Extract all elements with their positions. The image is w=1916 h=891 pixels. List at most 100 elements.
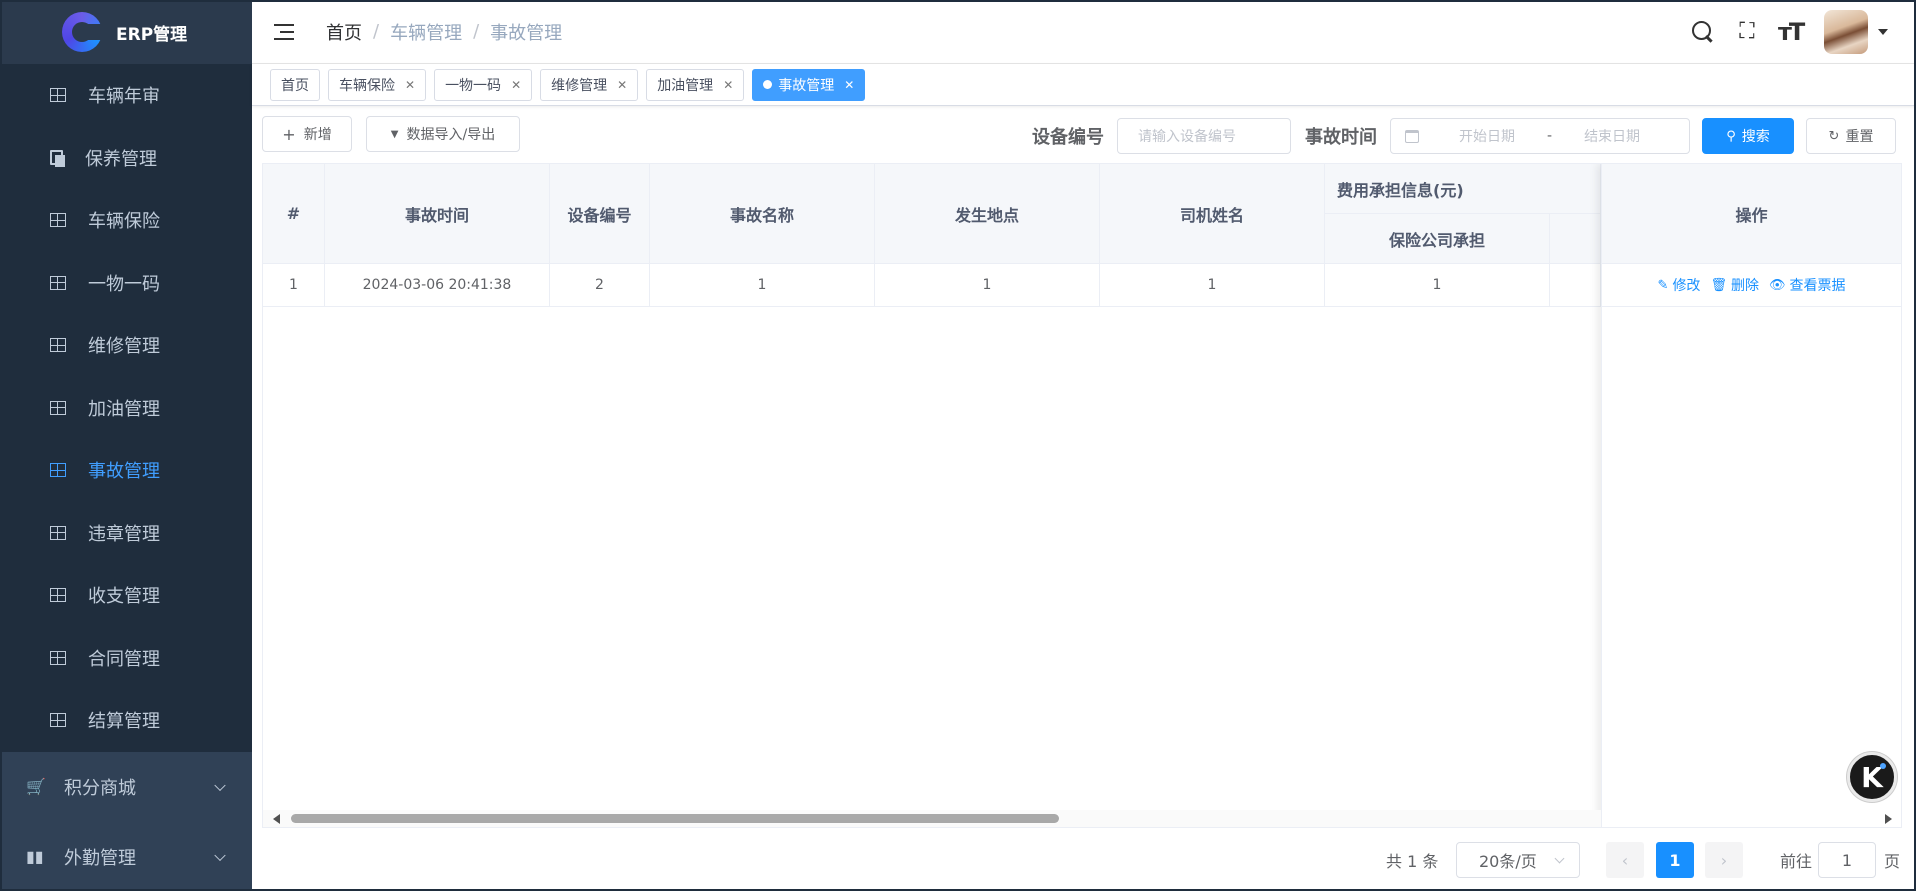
sidebar-item-accident[interactable]: 事故管理 xyxy=(0,439,252,502)
sidebar-group-points-mall[interactable]: 🛒 积分商城 xyxy=(0,752,252,822)
next-page-button[interactable]: › xyxy=(1705,842,1743,878)
goto-label: 前往 xyxy=(1780,852,1813,871)
sidebar-item-refuel[interactable]: 加油管理 xyxy=(0,377,252,440)
copy-icon xyxy=(50,150,65,168)
table-cell-driver-name: 1 xyxy=(1100,264,1325,307)
chevron-right-icon: › xyxy=(1720,850,1728,870)
sidebar-item-income-expense[interactable]: 收支管理 xyxy=(0,564,252,627)
scroll-left-icon[interactable] xyxy=(273,814,280,824)
sidebar-item-maintenance[interactable]: 保养管理 xyxy=(0,127,252,190)
view-receipt-button[interactable]: 👁 查看票据 xyxy=(1769,275,1846,295)
trash-icon: 🗑 xyxy=(1710,277,1727,293)
caret-down-icon: ▼ xyxy=(390,128,399,140)
chevron-down-icon xyxy=(1554,853,1565,864)
scrollbar-thumb[interactable] xyxy=(291,814,1059,823)
search-button[interactable]: ⚲ 搜索 xyxy=(1702,118,1794,154)
reset-button[interactable]: ↻ 重置 xyxy=(1806,118,1896,154)
tags-view: 首页 车辆保险 ✕ 一物一码 ✕ 维修管理 ✕ 加油管理 ✕ 事故管理 ✕ xyxy=(252,64,1916,106)
sidebar-item-qrcode[interactable]: 一物一码 xyxy=(0,252,252,315)
delete-button[interactable]: 🗑 删除 xyxy=(1710,275,1759,295)
caret-down-icon[interactable] xyxy=(1878,29,1888,35)
avatar[interactable] xyxy=(1824,10,1868,54)
hamburger-icon[interactable] xyxy=(274,23,294,41)
table-icon xyxy=(50,650,66,665)
col-header-index: # xyxy=(263,164,325,264)
sidebar-group-field-work[interactable]: ▮▮ 外勤管理 xyxy=(0,822,252,891)
page-number-button[interactable]: 1 xyxy=(1656,842,1694,878)
status-dot-icon xyxy=(1880,763,1886,769)
table-icon xyxy=(50,275,66,290)
close-icon[interactable]: ✕ xyxy=(617,78,627,92)
tag-qrcode[interactable]: 一物一码 ✕ xyxy=(434,68,533,101)
k-widget-button[interactable]: K xyxy=(1847,752,1897,802)
close-icon[interactable]: ✕ xyxy=(723,78,733,92)
plus-icon: + xyxy=(282,124,296,144)
page-size-select[interactable]: 20条/页 xyxy=(1456,842,1580,878)
logo-text: ERP管理 xyxy=(116,24,188,45)
breadcrumb-current: 事故管理 xyxy=(490,22,563,44)
close-icon[interactable]: ✕ xyxy=(405,78,415,92)
col-header-insurer-cost: 保险公司承担 xyxy=(1325,214,1550,264)
sidebar-item-vehicle-inspection[interactable]: 车辆年审 xyxy=(0,64,252,127)
sidebar-item-violation[interactable]: 违章管理 xyxy=(0,502,252,565)
sidebar: ERP管理 车辆年审 保养管理 车辆保险 一物一码 维修管理 加油管理 事故管理… xyxy=(0,0,252,891)
col-header-accident-name: 事故名称 xyxy=(650,164,875,264)
table-cell-more xyxy=(1550,264,1601,307)
breadcrumb-home[interactable]: 首页 xyxy=(326,19,362,45)
table-cell-accident-name: 1 xyxy=(650,264,875,307)
edit-button[interactable]: ✎ 修改 xyxy=(1658,275,1701,295)
tag-home[interactable]: 首页 xyxy=(270,68,320,101)
col-header-operations: 操作 xyxy=(1602,164,1901,264)
tag-refuel[interactable]: 加油管理 ✕ xyxy=(646,68,745,101)
breadcrumb: 首页 / 车辆管理 / 事故管理 xyxy=(326,19,562,45)
navbar: 首页 / 车辆管理 / 事故管理 ⛶ тT xyxy=(252,0,1916,64)
sidebar-item-settlement[interactable]: 结算管理 xyxy=(0,689,252,752)
tag-insurance[interactable]: 车辆保险 ✕ xyxy=(328,68,427,101)
header-actions: ⛶ тT xyxy=(1672,0,1888,64)
chevron-left-icon: ‹ xyxy=(1621,850,1629,870)
logo-icon xyxy=(62,12,104,52)
scroll-right-icon[interactable] xyxy=(1885,814,1892,824)
date-range-picker[interactable]: 开始日期 - 结束日期 xyxy=(1390,118,1690,154)
table-icon xyxy=(50,525,66,540)
horizontal-scrollbar[interactable] xyxy=(263,810,1601,827)
eye-icon: 👁 xyxy=(1768,277,1786,293)
add-button[interactable]: + 新增 xyxy=(262,116,352,152)
col-header-cost-group: 费用承担信息(元) xyxy=(1325,164,1601,214)
table-icon xyxy=(50,338,66,353)
close-icon[interactable]: ✕ xyxy=(511,78,521,92)
table-cell-device-no: 2 xyxy=(550,264,650,307)
accident-table: # 事故时间 设备编号 事故名称 发生地点 司机姓名 费用承担信息(元) 保险公… xyxy=(262,163,1902,828)
pagination-total: 共 1 条 xyxy=(1386,852,1439,871)
bar-chart-icon: ▮▮ xyxy=(26,847,44,866)
goto-page-input[interactable]: 1 xyxy=(1818,842,1876,878)
sidebar-item-repair[interactable]: 维修管理 xyxy=(0,314,252,377)
logo[interactable]: ERP管理 xyxy=(0,0,252,64)
device-no-label: 设备编号 xyxy=(1032,127,1104,148)
tag-repair[interactable]: 维修管理 ✕ xyxy=(540,68,639,101)
device-no-input[interactable]: 请输入设备编号 xyxy=(1117,118,1291,154)
page-suffix: 页 xyxy=(1884,852,1901,871)
table-cell-insurer-cost: 1 xyxy=(1325,264,1550,307)
cart-icon: 🛒 xyxy=(26,777,46,796)
close-icon[interactable]: ✕ xyxy=(844,78,854,92)
refresh-icon: ↻ xyxy=(1828,128,1840,144)
font-size-icon[interactable]: тT xyxy=(1778,19,1805,45)
table-icon xyxy=(50,713,66,728)
active-dot-icon xyxy=(763,80,773,89)
sidebar-item-insurance[interactable]: 车辆保险 xyxy=(0,189,252,252)
prev-page-button[interactable]: ‹ xyxy=(1606,842,1644,878)
col-header-device-no: 设备编号 xyxy=(550,164,650,264)
operations-column: 操作 ✎ 修改 🗑 删除 👁 查看票据 xyxy=(1601,164,1901,827)
sidebar-item-contract[interactable]: 合同管理 xyxy=(0,627,252,690)
sidebar-submenu: 车辆年审 保养管理 车辆保险 一物一码 维修管理 加油管理 事故管理 违章管理 … xyxy=(0,64,252,752)
fullscreen-icon[interactable]: ⛶ xyxy=(1734,19,1760,45)
import-export-button[interactable]: ▼ 数据导入/导出 xyxy=(366,116,520,152)
col-header-more xyxy=(1550,214,1601,264)
accident-time-label: 事故时间 xyxy=(1305,127,1377,148)
tag-accident[interactable]: 事故管理 ✕ xyxy=(752,68,866,101)
chevron-down-icon xyxy=(214,779,226,791)
col-header-location: 发生地点 xyxy=(875,164,1100,264)
search-icon[interactable] xyxy=(1690,19,1716,45)
table-icon xyxy=(50,213,66,228)
